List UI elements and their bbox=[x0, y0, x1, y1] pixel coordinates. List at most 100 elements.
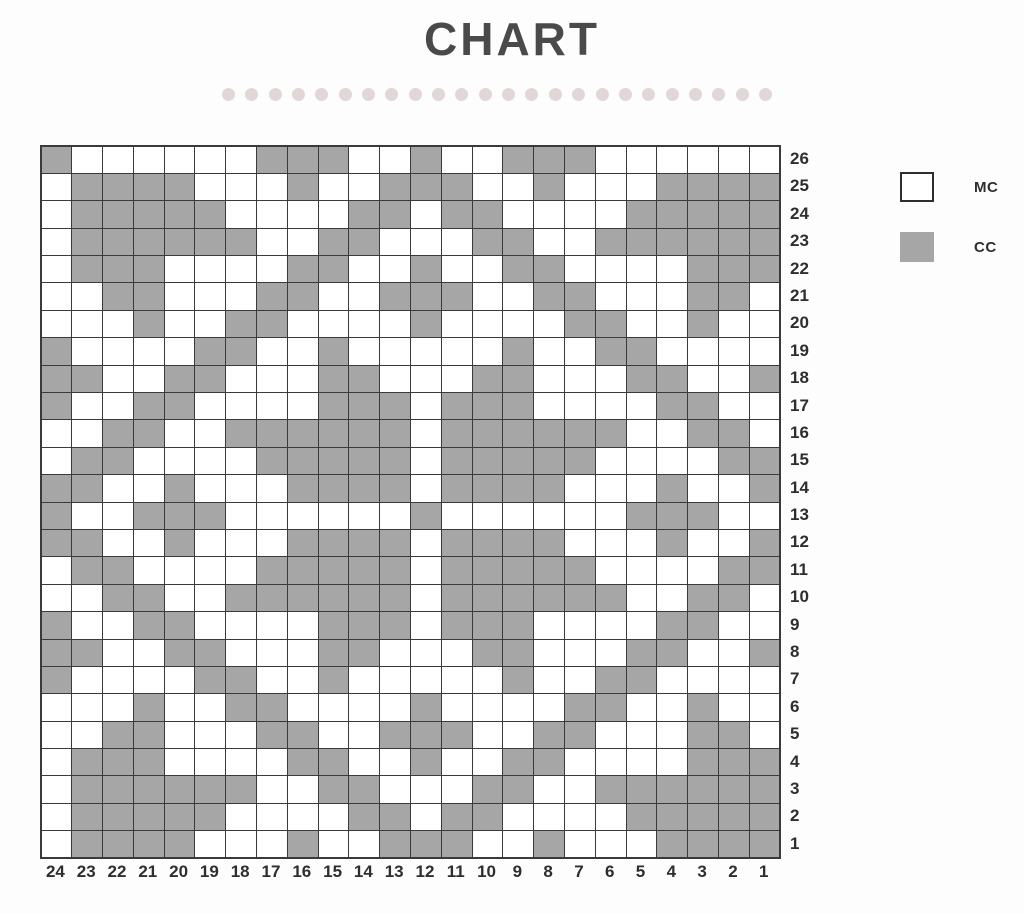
chart-cell[interactable] bbox=[194, 227, 227, 257]
chart-cell[interactable] bbox=[194, 775, 227, 804]
chart-cell[interactable] bbox=[502, 227, 535, 257]
chart-cell[interactable] bbox=[594, 419, 627, 448]
chart-cell[interactable] bbox=[317, 638, 350, 667]
chart-cell[interactable] bbox=[564, 830, 596, 859]
chart-cell[interactable] bbox=[163, 474, 196, 503]
chart-cell[interactable] bbox=[471, 419, 504, 448]
chart-cell[interactable] bbox=[40, 501, 73, 530]
chart-cell[interactable] bbox=[440, 282, 473, 311]
chart-cell[interactable] bbox=[256, 748, 288, 777]
chart-cell[interactable] bbox=[102, 638, 134, 667]
chart-cell[interactable] bbox=[286, 200, 319, 229]
chart-cell[interactable] bbox=[163, 309, 196, 339]
chart-cell[interactable] bbox=[471, 611, 504, 640]
chart-cell[interactable] bbox=[102, 775, 134, 804]
chart-cell[interactable] bbox=[410, 282, 442, 311]
chart-cell[interactable] bbox=[687, 145, 720, 174]
chart-cell[interactable] bbox=[687, 693, 720, 722]
chart-cell[interactable] bbox=[410, 611, 442, 640]
chart-cell[interactable] bbox=[564, 528, 596, 558]
chart-cell[interactable] bbox=[71, 556, 104, 585]
chart-cell[interactable] bbox=[379, 638, 412, 667]
chart-cell[interactable] bbox=[225, 200, 258, 229]
chart-cell[interactable] bbox=[40, 556, 73, 585]
chart-cell[interactable] bbox=[102, 501, 134, 530]
chart-cell[interactable] bbox=[471, 474, 504, 503]
chart-cell[interactable] bbox=[440, 748, 473, 777]
chart-cell[interactable] bbox=[440, 693, 473, 722]
chart-cell[interactable] bbox=[225, 474, 258, 503]
chart-cell[interactable] bbox=[40, 337, 73, 366]
chart-cell[interactable] bbox=[471, 802, 504, 832]
chart-cell[interactable] bbox=[502, 474, 535, 503]
chart-cell[interactable] bbox=[748, 720, 781, 750]
chart-cell[interactable] bbox=[718, 419, 750, 448]
chart-cell[interactable] bbox=[194, 172, 227, 202]
chart-cell[interactable] bbox=[656, 748, 689, 777]
chart-cell[interactable] bbox=[718, 775, 750, 804]
chart-cell[interactable] bbox=[625, 419, 658, 448]
chart-cell[interactable] bbox=[40, 145, 73, 174]
chart-cell[interactable] bbox=[225, 309, 258, 339]
chart-cell[interactable] bbox=[286, 693, 319, 722]
chart-cell[interactable] bbox=[718, 364, 750, 394]
chart-cell[interactable] bbox=[132, 556, 165, 585]
chart-cell[interactable] bbox=[348, 227, 381, 257]
chart-cell[interactable] bbox=[502, 528, 535, 558]
chart-cell[interactable] bbox=[533, 474, 566, 503]
chart-cell[interactable] bbox=[379, 474, 412, 503]
chart-cell[interactable] bbox=[502, 775, 535, 804]
chart-cell[interactable] bbox=[102, 255, 134, 284]
chart-cell[interactable] bbox=[471, 392, 504, 421]
chart-cell[interactable] bbox=[379, 693, 412, 722]
chart-cell[interactable] bbox=[533, 501, 566, 530]
chart-cell[interactable] bbox=[194, 282, 227, 311]
chart-cell[interactable] bbox=[286, 528, 319, 558]
chart-cell[interactable] bbox=[225, 802, 258, 832]
chart-cell[interactable] bbox=[656, 665, 689, 695]
chart-cell[interactable] bbox=[256, 364, 288, 394]
chart-cell[interactable] bbox=[748, 665, 781, 695]
chart-cell[interactable] bbox=[379, 255, 412, 284]
chart-cell[interactable] bbox=[348, 337, 381, 366]
chart-cell[interactable] bbox=[379, 309, 412, 339]
chart-cell[interactable] bbox=[225, 419, 258, 448]
chart-cell[interactable] bbox=[256, 419, 288, 448]
chart-cell[interactable] bbox=[471, 255, 504, 284]
chart-cell[interactable] bbox=[348, 364, 381, 394]
chart-cell[interactable] bbox=[533, 830, 566, 859]
chart-cell[interactable] bbox=[163, 337, 196, 366]
chart-cell[interactable] bbox=[564, 474, 596, 503]
chart-cell[interactable] bbox=[748, 419, 781, 448]
chart-cell[interactable] bbox=[132, 282, 165, 311]
chart-cell[interactable] bbox=[194, 556, 227, 585]
chart-cell[interactable] bbox=[163, 611, 196, 640]
chart-cell[interactable] bbox=[317, 802, 350, 832]
chart-cell[interactable] bbox=[718, 802, 750, 832]
chart-cell[interactable] bbox=[625, 255, 658, 284]
chart-cell[interactable] bbox=[379, 419, 412, 448]
chart-cell[interactable] bbox=[410, 802, 442, 832]
chart-cell[interactable] bbox=[286, 419, 319, 448]
chart-cell[interactable] bbox=[225, 364, 258, 394]
chart-cell[interactable] bbox=[564, 227, 596, 257]
chart-cell[interactable] bbox=[502, 611, 535, 640]
chart-cell[interactable] bbox=[132, 419, 165, 448]
chart-cell[interactable] bbox=[40, 583, 73, 613]
chart-cell[interactable] bbox=[687, 172, 720, 202]
chart-cell[interactable] bbox=[471, 446, 504, 476]
chart-cell[interactable] bbox=[40, 255, 73, 284]
chart-cell[interactable] bbox=[132, 665, 165, 695]
chart-cell[interactable] bbox=[225, 775, 258, 804]
chart-cell[interactable] bbox=[194, 583, 227, 613]
chart-cell[interactable] bbox=[225, 665, 258, 695]
chart-cell[interactable] bbox=[194, 693, 227, 722]
chart-cell[interactable] bbox=[317, 255, 350, 284]
chart-cell[interactable] bbox=[656, 802, 689, 832]
chart-cell[interactable] bbox=[656, 255, 689, 284]
chart-cell[interactable] bbox=[718, 638, 750, 667]
chart-cell[interactable] bbox=[71, 775, 104, 804]
chart-cell[interactable] bbox=[102, 802, 134, 832]
chart-cell[interactable] bbox=[564, 200, 596, 229]
chart-cell[interactable] bbox=[225, 748, 258, 777]
